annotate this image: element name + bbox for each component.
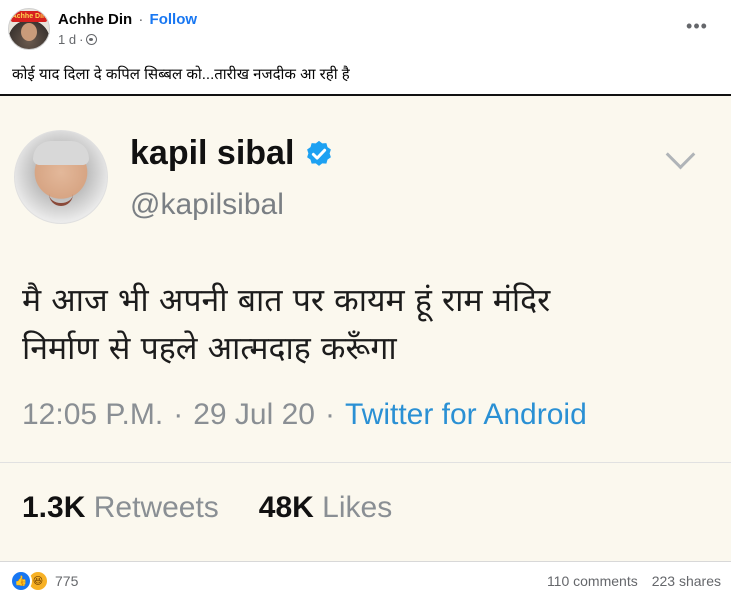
tweet-stats: 1.3K Retweets 48K Likes xyxy=(22,491,392,525)
tweet-author-name: kapil sibal xyxy=(130,134,295,172)
verified-icon xyxy=(307,140,332,166)
tweet-time: 12:05 P.M. xyxy=(22,398,164,431)
post-meta: 1 d · xyxy=(58,32,197,47)
post-caption: कोई याद दिला दे कपिल सिब्बल को...तारीख न… xyxy=(12,66,350,83)
tweet-text-line: निर्माण से पहले आत्मदाह करूँगा xyxy=(22,329,397,367)
tweet-source: Twitter for Android xyxy=(344,398,587,431)
tweet-handle: @kapilsibal xyxy=(130,188,284,221)
avatar-badge: Achhe Din xyxy=(11,11,47,22)
likes-stat: 48K Likes xyxy=(258,491,393,524)
shares-count[interactable]: 223 shares xyxy=(652,573,721,589)
tweet-date: 29 Jul 20 xyxy=(193,398,315,431)
tweet-text-line: मै आज भी अपनी बात पर कायम हूं राम मंदिर xyxy=(22,281,551,319)
author-avatar[interactable]: Achhe Din xyxy=(8,8,50,50)
chevron-down-icon xyxy=(665,139,696,170)
globe-icon xyxy=(86,34,98,45)
author-name[interactable]: Achhe Din xyxy=(58,11,132,28)
tweet-text: मै आज भी अपनी बात पर कायम हूं राम मंदिर … xyxy=(22,276,702,372)
more-options-button[interactable]: ••• xyxy=(685,14,709,38)
comments-count[interactable]: 110 comments xyxy=(547,573,638,589)
post-time[interactable]: 1 d xyxy=(58,32,76,47)
post-footer: 👍 😆 775 110 comments 223 shares xyxy=(10,568,721,594)
shared-tweet-image[interactable]: kapil sibal @kapilsibal मै आज भी अपनी बा… xyxy=(0,94,731,562)
separator-dot: · xyxy=(138,11,144,28)
tweet-author: kapil sibal xyxy=(130,134,334,173)
author-line: Achhe Din · Follow xyxy=(58,11,197,28)
divider xyxy=(0,462,731,463)
follow-button[interactable]: Follow xyxy=(150,11,198,28)
reactions-count: 775 xyxy=(55,573,79,589)
post-header: Achhe Din Achhe Din · Follow 1 d · xyxy=(8,8,197,50)
reactions-summary[interactable]: 👍 😆 775 xyxy=(10,570,78,592)
like-icon: 👍 xyxy=(10,570,32,592)
separator-dot: · xyxy=(79,32,84,47)
tweet-timestamp: 12:05 P.M. · 29 Jul 20 · Twitter for And… xyxy=(22,398,587,431)
retweets-stat: 1.3K Retweets xyxy=(22,491,219,524)
tweet-avatar xyxy=(14,130,108,224)
